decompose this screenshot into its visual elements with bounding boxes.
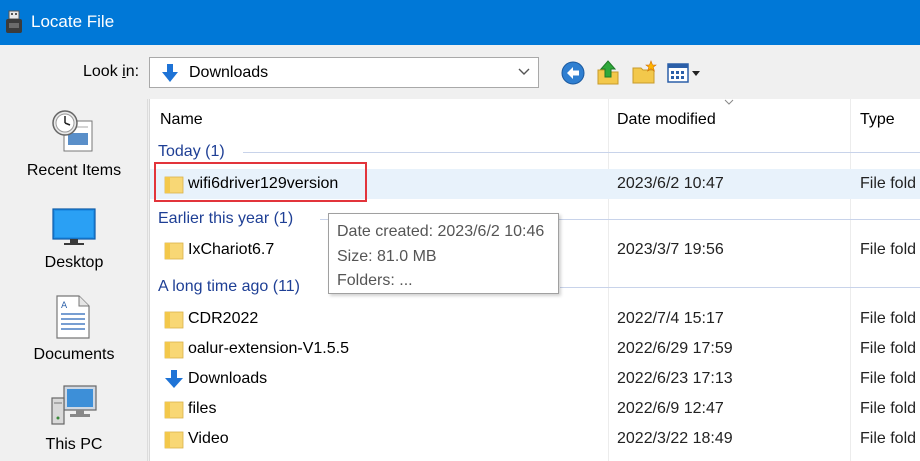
file-date: 2022/6/29 17:59 [617,340,733,357]
file-type: File fold [860,400,917,417]
file-date: 2023/6/2 10:47 [617,175,724,192]
file-row-video[interactable]: Video 2022/3/22 18:49 File fold [150,424,920,454]
this-pc-icon [51,385,97,425]
file-row-oalur-extension[interactable]: oalur-extension-V1.5.5 2022/6/29 17:59 F… [150,334,920,364]
look-in-value: Downloads [189,64,269,81]
file-type: File fold [860,310,917,327]
folder-icon [164,242,184,260]
up-folder-button[interactable] [595,60,621,86]
recent-items-icon [52,110,93,152]
file-row-files[interactable]: files 2022/6/9 12:47 File fold [150,394,920,424]
tooltip-folders: Folders: ... [337,272,413,289]
folder-icon [164,311,184,329]
file-type: File fold [860,340,917,357]
back-icon [561,61,585,85]
file-row-cdr2022[interactable]: CDR2022 2022/7/4 15:17 File fold [150,304,920,334]
column-header-name[interactable]: Name [150,99,608,139]
file-name: oalur-extension-V1.5.5 [188,340,349,357]
up-folder-icon [597,60,619,85]
place-label: Documents [33,346,115,363]
group-divider [243,152,920,153]
group-header-today[interactable]: Today (1) [158,143,225,163]
group-header-earlier-this-year[interactable]: Earlier this year (1) [158,210,293,230]
file-name: files [188,400,217,417]
file-date: 2022/6/9 12:47 [617,400,724,417]
folder-icon [164,341,184,359]
usb-drive-icon [6,10,22,33]
file-type: File fold [860,175,917,192]
file-type: File fold [860,241,917,258]
look-in-dropdown[interactable]: Downloads [149,57,539,88]
place-label: Recent Items [26,162,122,179]
column-header-date[interactable]: Date modified [609,99,850,139]
file-date: 2023/3/7 19:56 [617,241,724,258]
title-bar: Locate File [0,0,920,45]
back-button[interactable] [560,60,586,86]
place-label: This PC [45,436,103,453]
group-divider [560,287,920,288]
documents-icon: A [56,295,90,339]
file-type: File fold [860,370,917,387]
file-date: 2022/3/22 18:49 [617,430,733,447]
column-header-type[interactable]: Type [851,99,920,139]
look-in-label: Look in: [83,63,140,80]
svg-text:A: A [61,301,68,311]
file-type: File fold [860,430,917,447]
place-label: Desktop [44,254,104,271]
download-arrow-icon [162,64,178,82]
chevron-down-icon [518,68,530,75]
file-name: Video [188,430,229,447]
file-name: CDR2022 [188,310,259,327]
view-menu-button[interactable] [665,60,703,86]
download-arrow-icon [165,370,183,388]
new-folder-button[interactable] [631,60,657,86]
desktop-icon [52,208,96,245]
highlight-box [154,162,367,202]
file-tooltip: Date created: 2023/6/2 10:46 Size: 81.0 … [328,213,559,294]
file-name: Downloads [188,370,268,387]
file-date: 2022/7/4 15:17 [617,310,724,327]
group-header-long-time-ago[interactable]: A long time ago (11) [158,278,300,298]
view-menu-icon [667,63,700,83]
tooltip-date-created: Date created: 2023/6/2 10:46 [337,223,545,240]
folder-icon [164,431,184,449]
tooltip-size: Size: 81.0 MB [337,248,437,265]
places-bar: Recent Items Desktop A Documents This PC [0,99,148,461]
file-date: 2022/6/23 17:13 [617,370,733,387]
file-name: IxChariot6.7 [188,241,275,258]
new-folder-icon [632,60,657,84]
file-row-downloads[interactable]: Downloads 2022/6/23 17:13 File fold [150,364,920,394]
window-title: Locate File [31,12,115,31]
folder-icon [164,401,184,419]
